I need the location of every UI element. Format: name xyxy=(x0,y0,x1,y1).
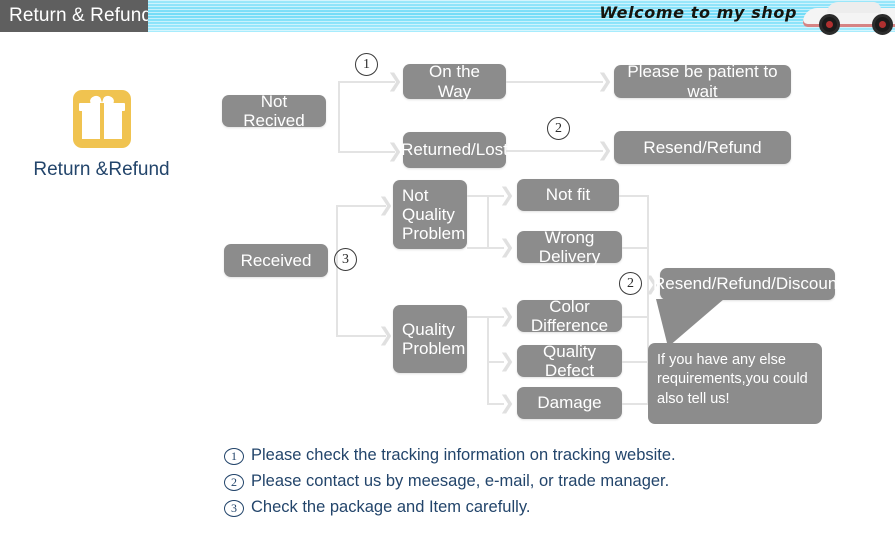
connector-quality-vertical xyxy=(487,316,489,404)
connector-notquality-vertical xyxy=(487,195,489,247)
collector-stub-color-difference xyxy=(622,316,649,318)
list-item: 2 Please contact us by meesage, e-mail, … xyxy=(224,472,784,491)
node-resend-refund[interactable]: Resend/Refund xyxy=(614,131,791,164)
collector-stub-not-fit xyxy=(619,195,649,197)
speech-bubble-tail xyxy=(656,299,724,347)
arrow-to-resend-refund: ❯ xyxy=(597,139,613,161)
notes-list: 1 Please check the tracking information … xyxy=(224,446,784,524)
node-damage[interactable]: Damage xyxy=(517,387,622,419)
node-returned-lost[interactable]: Returned/Lost xyxy=(401,132,508,168)
collector-stub-wrong-delivery xyxy=(622,247,649,249)
note-number-1: 1 xyxy=(224,448,244,465)
page-root: Return & Refund Welcome to my shop Retur… xyxy=(0,0,895,553)
arrow-to-quality-defect: ❯ xyxy=(499,350,515,372)
arrow-to-on-the-way: ❯ xyxy=(387,70,403,92)
arrow-to-wrong-delivery: ❯ xyxy=(499,236,515,258)
arrow-to-please-wait: ❯ xyxy=(597,70,613,92)
node-on-the-way[interactable]: On the Way xyxy=(403,62,506,101)
node-resend-refund-discount[interactable]: Resend/Refund/Discount xyxy=(653,268,842,300)
node-not-recived[interactable]: Not Recived xyxy=(222,92,326,130)
node-received[interactable]: Received xyxy=(224,244,328,277)
list-item: 3 Check the package and Item carefully. xyxy=(224,498,784,517)
connector-not-recived-vertical xyxy=(338,81,340,153)
note-number-2: 2 xyxy=(224,474,244,491)
connector-returnedlost-to-resendrefund xyxy=(506,150,603,152)
collector-stub-damage xyxy=(622,403,649,405)
collector-stub-quality-defect xyxy=(622,361,649,363)
note-text-1: Please check the tracking information on… xyxy=(251,446,676,464)
marker-2-top: 2 xyxy=(547,117,570,140)
node-please-wait[interactable]: Please be patient to wait xyxy=(614,62,791,101)
node-quality-defect[interactable]: Quality Defect xyxy=(517,342,622,380)
node-color-difference[interactable]: Color Difference xyxy=(517,297,622,335)
arrow-to-not-fit: ❯ xyxy=(499,184,515,206)
note-number-3: 3 xyxy=(224,500,244,517)
arrow-to-color-difference: ❯ xyxy=(499,305,515,327)
speech-bubble: If you have any else requirements,you co… xyxy=(648,343,822,424)
connector-received-vertical xyxy=(336,205,338,336)
arrow-to-quality-problem: ❯ xyxy=(378,324,394,346)
list-item: 1 Please check the tracking information … xyxy=(224,446,784,465)
node-not-fit[interactable]: Not fit xyxy=(517,179,619,211)
arrow-to-not-quality-problem: ❯ xyxy=(378,194,394,216)
node-quality-problem[interactable]: Quality Problem xyxy=(393,305,467,373)
note-text-3: Check the package and Item carefully. xyxy=(251,498,531,516)
node-not-quality-problem[interactable]: Not Quality Problem xyxy=(393,180,467,249)
note-text-2: Please contact us by meesage, e-mail, or… xyxy=(251,472,670,490)
connector-ontheway-to-pleasewait xyxy=(506,81,603,83)
marker-1: 1 xyxy=(355,53,378,76)
marker-3: 3 xyxy=(334,248,357,271)
arrow-to-damage: ❯ xyxy=(499,392,515,414)
node-wrong-delivery[interactable]: Wrong Delivery xyxy=(517,228,622,266)
marker-2-right: 2 xyxy=(619,272,642,295)
